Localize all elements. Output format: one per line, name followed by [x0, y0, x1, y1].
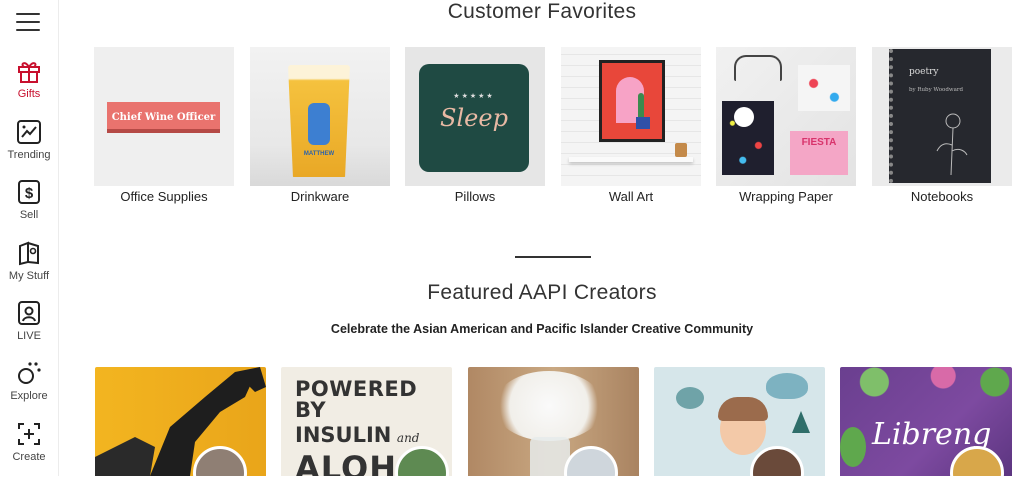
creator-card-4[interactable] — [654, 367, 825, 476]
category-label: Pillows — [454, 189, 496, 204]
live-icon — [18, 301, 40, 325]
section-title-featured-creators: Featured AAPI Creators — [427, 281, 657, 304]
category-label: Office Supplies — [120, 189, 208, 204]
my-stuff-icon — [19, 241, 39, 266]
flowers-image — [494, 371, 604, 441]
section-subtitle: Celebrate the Asian American and Pacific… — [330, 322, 754, 336]
creator-avatar — [564, 446, 618, 476]
sidebar-item-label: LIVE — [17, 330, 41, 342]
sidebar-item-label: Explore — [10, 390, 48, 402]
sidebar-item-sell[interactable]: $ Sell — [0, 179, 58, 235]
creator-avatar — [750, 446, 804, 476]
sidebar-item-label: Trending — [7, 149, 51, 161]
sidebar-item-label: Gifts — [17, 88, 41, 100]
card-text-and: and — [396, 431, 420, 445]
category-label: Drinkware — [290, 189, 350, 204]
sidebar: Gifts Trending $ Sell My Stuff LIVE Expl… — [0, 0, 59, 476]
notebook-title: poetry — [909, 67, 939, 77]
sidebar-item-label: Create — [12, 451, 46, 463]
sidebar-item-create[interactable]: Create — [0, 421, 58, 477]
creator-card-3[interactable] — [468, 367, 639, 476]
create-icon — [18, 423, 40, 445]
office-supplies-image: Chief Wine Officer — [94, 47, 234, 186]
creator-card-5[interactable]: Libreng — [840, 367, 1012, 476]
category-label: Wrapping Paper — [739, 189, 833, 204]
category-card-wrapping-paper[interactable]: FIESTA Wrapping Paper — [716, 47, 856, 204]
wall-art-image — [561, 47, 701, 186]
sidebar-item-my-stuff[interactable]: My Stuff — [0, 240, 58, 296]
sidebar-item-live[interactable]: LIVE — [0, 300, 58, 356]
category-label: Wall Art — [608, 189, 654, 204]
category-card-wall-art[interactable]: Wall Art — [561, 47, 701, 204]
pillows-image: ★★★★★ Sleep — [405, 47, 545, 186]
creator-card-2[interactable]: POWERED BY INSULIN and ALOHA — [281, 367, 452, 476]
rose-drawing — [936, 113, 968, 176]
dollar-icon: $ — [18, 180, 40, 204]
category-label: Notebooks — [910, 189, 974, 204]
notebooks-image: poetry by Ruby Woodward — [872, 47, 1012, 186]
glass-text: MATTHEW — [303, 151, 335, 157]
drinkware-image: MATTHEW — [250, 47, 390, 186]
sidebar-item-gifts[interactable]: Gifts — [0, 58, 58, 114]
category-card-office-supplies[interactable]: Chief Wine Officer Office Supplies — [94, 47, 234, 204]
wrapping-paper-image: FIESTA — [716, 47, 856, 186]
card-text-line-2: INSULIN — [295, 423, 392, 447]
gift-icon — [18, 62, 40, 83]
notebook-subtitle: by Ruby Woodward — [909, 87, 963, 93]
section-title-customer-favorites: Customer Favorites — [447, 0, 637, 23]
sidebar-item-label: My Stuff — [8, 270, 50, 282]
pillow-text: Sleep — [440, 104, 508, 132]
category-card-drinkware[interactable]: MATTHEW Drinkware — [250, 47, 390, 204]
explore-icon — [18, 362, 41, 384]
card-text-line-1: POWERED BY — [295, 377, 418, 422]
hamburger-menu-icon[interactable] — [16, 12, 40, 32]
section-divider — [515, 256, 591, 258]
category-card-pillows[interactable]: ★★★★★ Sleep Pillows — [405, 47, 545, 204]
creator-card-1[interactable] — [95, 367, 266, 476]
main-content: Customer Favorites Chief Wine Officer Of… — [60, 0, 1024, 476]
category-card-notebooks[interactable]: poetry by Ruby Woodward Notebooks — [872, 47, 1012, 204]
sidebar-item-explore[interactable]: Explore — [0, 360, 58, 416]
sidebar-item-label: Sell — [19, 209, 39, 221]
sidebar-item-trending[interactable]: Trending — [0, 119, 58, 175]
nameplate-text: Chief Wine Officer — [111, 112, 216, 123]
wrapping-paper-text: FIESTA — [801, 137, 837, 148]
svg-text:$: $ — [25, 185, 34, 202]
trending-icon — [17, 120, 41, 144]
